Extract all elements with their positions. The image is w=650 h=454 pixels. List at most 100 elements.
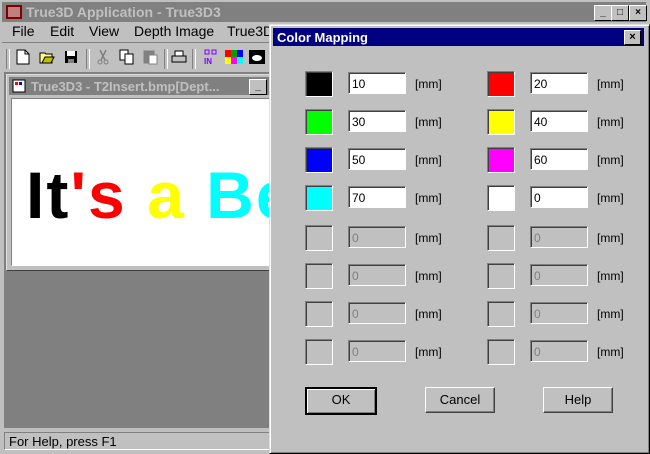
app-title-bar[interactable]: True3D Application - True3D3 _ □ × xyxy=(2,2,647,22)
color-swatch-5[interactable] xyxy=(305,147,333,173)
color-swatch-2[interactable] xyxy=(487,71,515,97)
depth-input-15: 0 xyxy=(348,340,406,362)
depth-input-11: 0 xyxy=(348,264,406,286)
color-swatch-10[interactable] xyxy=(487,225,515,251)
minimize-button[interactable]: _ xyxy=(594,5,612,21)
toolbar-separator xyxy=(192,49,196,69)
image-canvas[interactable]: It's a Bee xyxy=(11,98,271,266)
color-swatch-1[interactable] xyxy=(305,71,333,97)
canvas-char: ' xyxy=(70,158,89,232)
new-file-icon xyxy=(16,49,30,65)
depth-button[interactable] xyxy=(248,47,266,67)
print-button[interactable] xyxy=(170,47,188,67)
document-window[interactable]: True3D3 - T2Insert.bmp[Dept... _ It's a … xyxy=(6,74,274,271)
canvas-char: I xyxy=(26,158,47,232)
unit-label: [mm] xyxy=(597,269,624,283)
unit-label: [mm] xyxy=(415,77,442,91)
svg-text:IN: IN xyxy=(204,57,212,65)
dialog-title: Color Mapping xyxy=(277,30,368,45)
unit-label: [mm] xyxy=(597,191,624,205)
unit-label: [mm] xyxy=(597,231,624,245)
save-icon xyxy=(65,51,77,63)
depth-input-16: 0 xyxy=(530,340,588,362)
unit-label: [mm] xyxy=(597,345,624,359)
minimize-icon: _ xyxy=(255,81,261,92)
paste-button[interactable] xyxy=(142,47,160,67)
color-mapping-dialog: Color Mapping × 10 [mm] 20 [mm] 30 [mm] 40 [mm]… xyxy=(269,24,650,454)
unit-label: [mm] xyxy=(415,345,442,359)
app-icon xyxy=(6,5,22,19)
canvas-char: s xyxy=(88,158,127,232)
status-text: For Help, press F1 xyxy=(4,432,270,450)
color-swatch-6[interactable] xyxy=(487,147,515,173)
depth-input-2[interactable]: 20 xyxy=(530,72,588,94)
depth-input-14: 0 xyxy=(530,302,588,324)
color-swatch-11[interactable] xyxy=(305,263,333,289)
status-bar: For Help, press F1 xyxy=(2,430,272,452)
depth-input-3[interactable]: 30 xyxy=(348,110,406,132)
depth-input-4[interactable]: 40 xyxy=(530,110,588,132)
unit-label: [mm] xyxy=(597,307,624,321)
document-title-bar[interactable]: True3D3 - T2Insert.bmp[Dept... _ xyxy=(9,77,271,95)
unit-label: [mm] xyxy=(597,115,624,129)
menu-true3d[interactable]: True3D xyxy=(227,23,273,39)
dialog-title-bar[interactable]: Color Mapping × xyxy=(273,28,644,46)
color-swatch-13[interactable] xyxy=(305,301,333,327)
color-swatch-12[interactable] xyxy=(487,263,515,289)
color-swatch-8[interactable] xyxy=(487,185,515,211)
depth-input-12: 0 xyxy=(530,264,588,286)
close-button[interactable]: × xyxy=(629,5,647,21)
canvas-char: a xyxy=(147,158,186,232)
canvas-char: B xyxy=(206,158,256,232)
unit-label: [mm] xyxy=(415,191,442,205)
color-map-button[interactable] xyxy=(225,47,243,67)
insert-button[interactable]: IN xyxy=(202,47,220,67)
help-button[interactable]: Help xyxy=(543,387,613,413)
depth-input-9: 0 xyxy=(348,226,406,248)
color-swatch-7[interactable] xyxy=(305,185,333,211)
depth-input-5[interactable]: 50 xyxy=(348,148,406,170)
copy-button[interactable] xyxy=(118,47,136,67)
new-file-button[interactable] xyxy=(14,47,32,67)
doc-minimize-button[interactable]: _ xyxy=(249,79,267,95)
menu-view[interactable]: View xyxy=(89,23,119,39)
paste-icon xyxy=(143,50,158,65)
canvas-char xyxy=(127,158,147,232)
depth-input-7[interactable]: 70 xyxy=(348,186,406,208)
color-swatch-4[interactable] xyxy=(487,109,515,135)
maximize-button[interactable]: □ xyxy=(611,5,629,21)
menu-file[interactable]: File xyxy=(12,23,35,39)
color-swatch-16[interactable] xyxy=(487,339,515,365)
toolbar-separator xyxy=(164,49,168,69)
depth-input-8[interactable]: 0 xyxy=(530,186,588,208)
toolbar-separator xyxy=(86,49,90,69)
color-map-icon xyxy=(225,50,243,64)
cut-button[interactable] xyxy=(94,47,112,67)
open-button[interactable] xyxy=(38,47,56,67)
unit-label: [mm] xyxy=(415,307,442,321)
maximize-icon: □ xyxy=(616,7,624,18)
color-swatch-3[interactable] xyxy=(305,109,333,135)
print-icon xyxy=(171,50,187,63)
menu-depth-image[interactable]: Depth Image xyxy=(134,23,214,39)
color-swatch-9[interactable] xyxy=(305,225,333,251)
cut-icon xyxy=(97,49,109,65)
insert-icon: IN xyxy=(204,49,217,65)
save-button[interactable] xyxy=(62,47,80,67)
unit-label: [mm] xyxy=(415,115,442,129)
document-icon xyxy=(12,79,26,93)
depth-input-10: 0 xyxy=(530,226,588,248)
depth-input-6[interactable]: 60 xyxy=(530,148,588,170)
cancel-button[interactable]: Cancel xyxy=(425,387,495,413)
color-swatch-15[interactable] xyxy=(305,339,333,365)
dialog-close-button[interactable]: × xyxy=(624,30,641,45)
ok-button[interactable]: OK xyxy=(305,387,377,415)
menu-edit[interactable]: Edit xyxy=(50,23,74,39)
color-swatch-14[interactable] xyxy=(487,301,515,327)
close-icon: × xyxy=(629,31,636,43)
close-icon: × xyxy=(635,7,641,18)
depth-input-1[interactable]: 10 xyxy=(348,72,406,94)
unit-label: [mm] xyxy=(415,231,442,245)
copy-icon xyxy=(119,49,134,65)
depth-icon xyxy=(249,50,265,64)
